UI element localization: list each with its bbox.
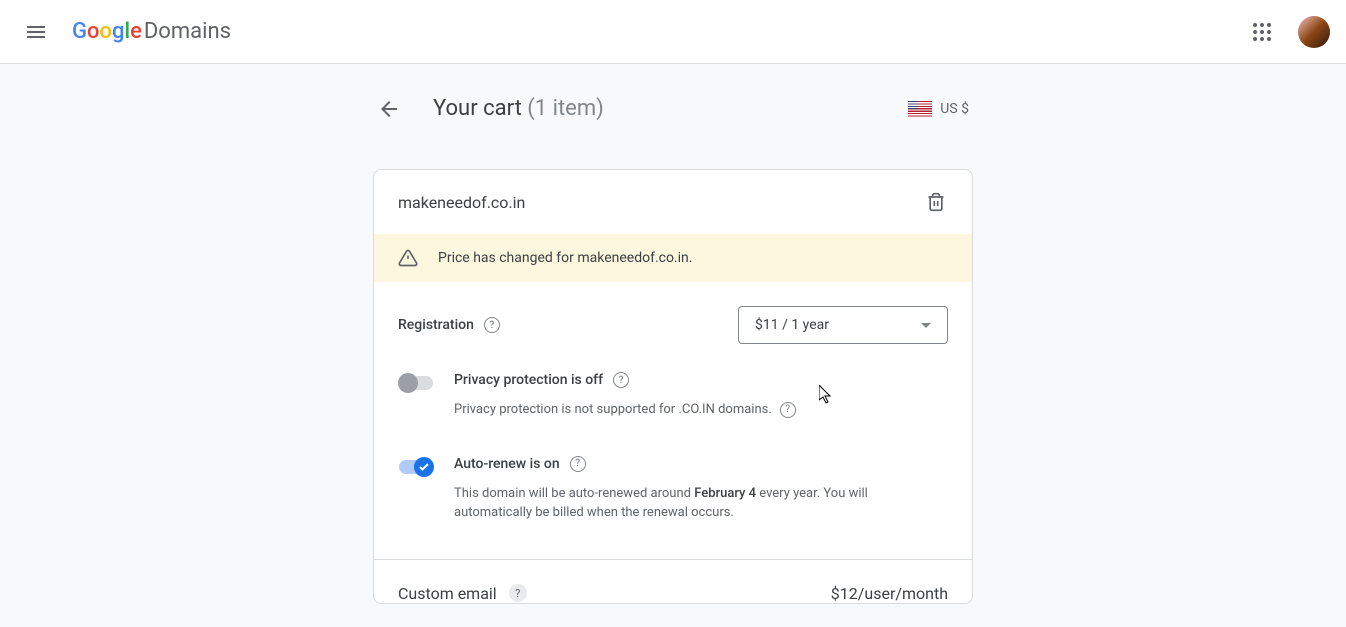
privacy-desc-text: Privacy protection is not supported for … [454,400,772,420]
autorenew-desc-text: This domain will be auto-renewed around … [454,484,948,523]
privacy-toggle[interactable] [398,373,434,393]
menu-button[interactable] [16,12,56,52]
help-icon[interactable]: ? [613,372,629,388]
logo[interactable]: Google Domains [72,19,231,44]
custom-email-row: Custom email ? $12/user/month [374,560,972,603]
privacy-desc: Privacy protection is not supported for … [454,400,948,420]
registration-dropdown[interactable]: $11 / 1 year [738,306,948,344]
warning-banner: Price has changed for makeneedof.co.in. [374,234,972,282]
autorenew-desc: This domain will be auto-renewed around … [454,484,948,523]
autorenew-toggle-row: Auto-renew is on ? This domain will be a… [398,456,948,523]
dropdown-value: $11 / 1 year [755,317,829,333]
registration-section: Registration ? $11 / 1 year [374,282,972,372]
privacy-label: Privacy protection is off ? [454,372,948,388]
custom-email-price: $12/user/month [831,584,948,603]
privacy-section: Privacy protection is off ? Privacy prot… [374,372,972,456]
page-header: Your cart (1 item) US $ [373,96,973,121]
autorenew-content: Auto-renew is on ? This domain will be a… [454,456,948,523]
header-left: Google Domains [16,12,231,52]
cart-item-card: makeneedof.co.in Price has changed for m… [373,169,973,604]
registration-label: Registration ? [398,317,500,333]
custom-email-label: Custom email ? [398,584,527,603]
apps-icon [1250,20,1274,44]
check-icon [418,461,430,473]
registration-label-text: Registration [398,317,474,333]
card-header: makeneedof.co.in [374,170,972,234]
page-header-left: Your cart (1 item) [377,96,604,121]
registration-row: Registration ? $11 / 1 year [398,306,948,344]
help-icon[interactable]: ? [484,317,500,333]
toggle-thumb [414,457,434,477]
autorenew-toggle[interactable] [398,457,434,477]
help-icon[interactable]: ? [570,456,586,472]
toggle-thumb [398,373,418,393]
arrow-back-icon [377,97,401,121]
logo-google: Google [72,19,142,44]
chevron-down-icon [921,323,931,328]
page-background: Your cart (1 item) US $ makeneedof.co.in… [0,64,1346,627]
main-container: Your cart (1 item) US $ makeneedof.co.in… [373,96,973,604]
currency-label: US $ [940,101,969,117]
app-header: Google Domains [0,0,1346,64]
help-icon[interactable]: ? [780,402,796,418]
logo-product: Domains [144,19,231,44]
warning-text: Price has changed for makeneedof.co.in. [438,250,692,266]
autorenew-label-text: Auto-renew is on [454,456,560,472]
header-right [1242,12,1330,52]
delete-button[interactable] [924,190,948,214]
privacy-toggle-row: Privacy protection is off ? Privacy prot… [398,372,948,420]
privacy-content: Privacy protection is off ? Privacy prot… [454,372,948,420]
autorenew-label: Auto-renew is on ? [454,456,948,472]
custom-email-label-text: Custom email [398,584,497,603]
autorenew-section: Auto-renew is on ? This domain will be a… [374,456,972,559]
avatar[interactable] [1298,16,1330,48]
trash-icon [926,192,946,212]
page-title-text: Your cart [433,96,522,121]
domain-name: makeneedof.co.in [398,193,525,212]
hamburger-icon [24,20,48,44]
warning-icon [398,248,418,268]
currency-selector[interactable]: US $ [908,101,969,117]
privacy-label-text: Privacy protection is off [454,372,603,388]
us-flag-icon [908,101,932,117]
apps-button[interactable] [1242,12,1282,52]
page-title: Your cart (1 item) [433,96,604,121]
help-icon[interactable]: ? [509,584,527,602]
back-button[interactable] [377,97,401,121]
page-title-count: (1 item) [527,96,604,121]
